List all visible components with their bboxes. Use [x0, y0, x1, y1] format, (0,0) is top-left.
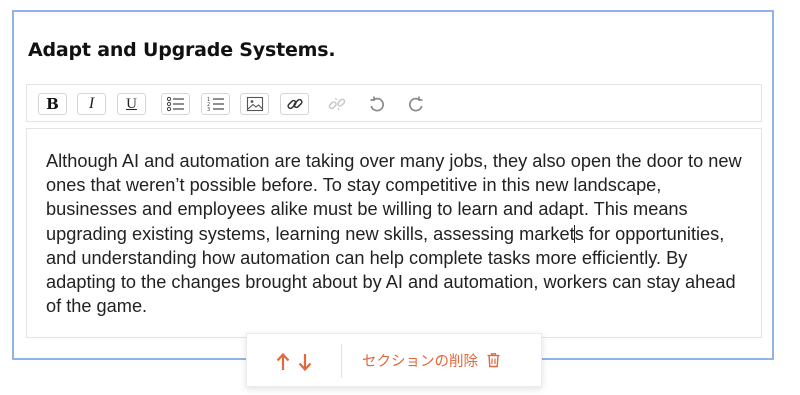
editor-content[interactable]: Although AI and automation are taking ov…	[46, 149, 751, 318]
insert-link-button[interactable]	[280, 93, 309, 115]
rich-text-editor[interactable]: Although AI and automation are taking ov…	[26, 128, 762, 338]
redo-icon	[408, 96, 423, 112]
undo-icon	[369, 96, 384, 112]
arrow-up-icon	[276, 352, 290, 370]
remove-link-button[interactable]	[322, 93, 351, 115]
numbered-list-icon: 1 2 3	[207, 97, 224, 112]
unlink-icon	[328, 97, 345, 111]
arrow-down-icon	[298, 354, 312, 372]
numbered-list-button[interactable]: 1 2 3	[201, 93, 230, 115]
editor-toolbar: B I U 1 2 3	[26, 84, 762, 122]
insert-image-button[interactable]	[240, 93, 269, 115]
move-section-up-button[interactable]	[272, 351, 294, 373]
move-section-down-button[interactable]	[294, 351, 316, 373]
bold-icon: B	[46, 95, 59, 113]
redo-button[interactable]	[401, 93, 430, 115]
bullet-list-icon	[166, 96, 184, 112]
delete-section-label: セクションの削除	[362, 353, 478, 370]
italic-button[interactable]: I	[77, 93, 106, 115]
undo-button[interactable]	[362, 93, 391, 115]
italic-icon: I	[88, 95, 95, 112]
section-action-bar: セクションの削除	[246, 333, 542, 387]
underline-icon: U	[126, 95, 137, 112]
section-title: Adapt and Upgrade Systems.	[28, 39, 336, 61]
underline-button[interactable]: U	[117, 93, 146, 115]
bullet-list-button[interactable]	[161, 93, 190, 115]
bold-button[interactable]: B	[38, 93, 67, 115]
trash-icon	[486, 352, 501, 368]
action-divider	[341, 344, 342, 378]
link-icon	[286, 98, 303, 110]
svg-text:3: 3	[207, 107, 210, 112]
image-icon	[246, 96, 263, 112]
delete-section-button[interactable]: セクションの削除	[362, 348, 501, 372]
